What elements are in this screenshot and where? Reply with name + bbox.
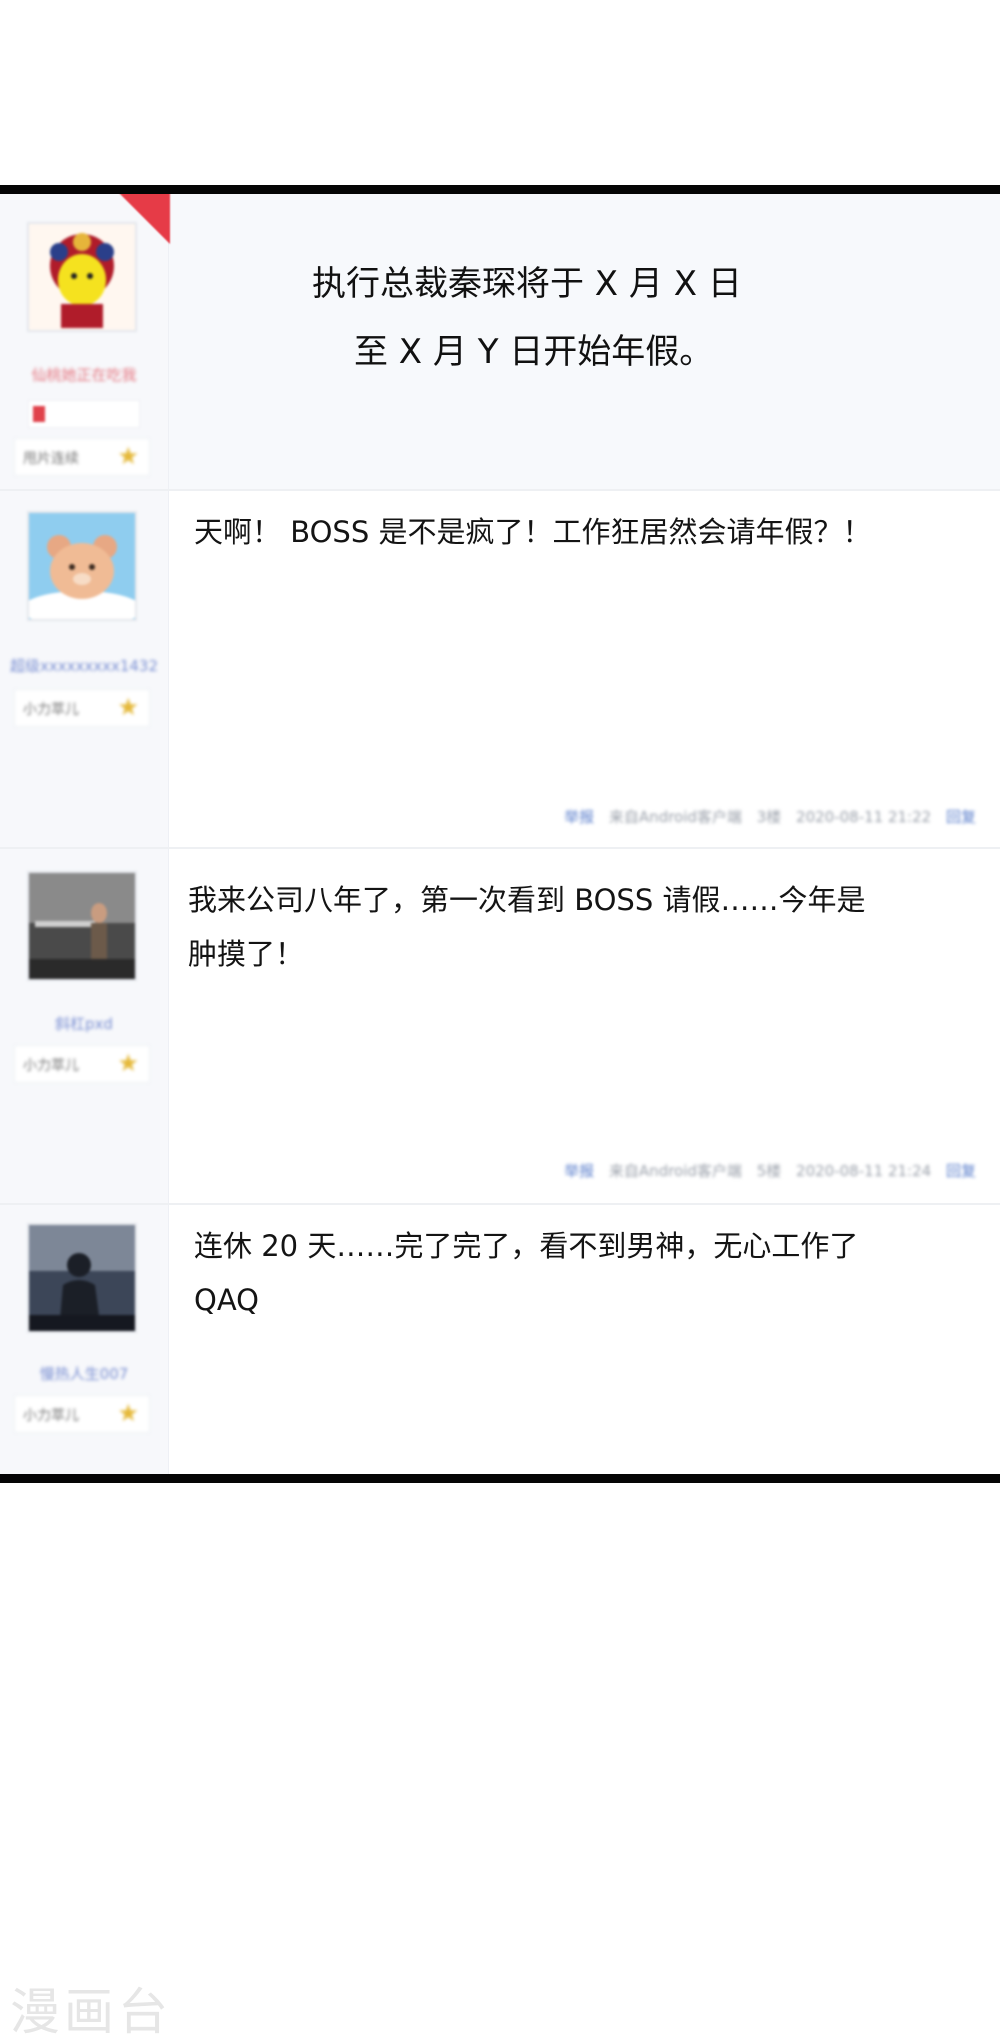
rank-label: 小力萃儿 [23,1408,79,1424]
report-link[interactable]: 举报 [564,808,594,826]
forum-post: 超级xxxxxxxxx1432 小力萃儿 ★ 天啊！ BOSS 是不是疯了！工作… [0,491,1000,849]
star-icon: ★ [117,693,139,721]
client-label: 来自Android客户端 [608,1162,742,1180]
user-sidebar: 慢热人生007 小力萃儿 ★ [0,1205,169,1474]
forum-post: 斜杠pxd 小力萃儿 ★ 我来公司八年了，第一次看到 BOSS 请假……今年是 … [0,849,1000,1205]
username[interactable]: 慢热人生007 [8,1363,160,1384]
rank-label: 甩片连续 [23,451,79,467]
post-content: 天啊！ BOSS 是不是疯了！工作狂居然会请年假？！ [194,505,980,559]
username[interactable]: 斜杠pxd [8,1013,160,1034]
forum-post: 仙桃她正在吃我 甩片连续 ★ 执行总裁秦琛将于 X 月 X 日 至 X 月 Y … [0,194,1000,491]
forum-post: 慢热人生007 小力萃儿 ★ 连休 20 天……完了完了，看不到男神，无心工作了… [0,1205,1000,1474]
post-time: 2020-08-11 21:22 [796,808,932,826]
post-time: 2020-08-11 21:24 [796,1162,932,1180]
post-footer: 举报 来自Android客户端 5楼 2020-08-11 21:24 回复 [554,1160,976,1181]
pinned-ribbon-icon [118,194,170,244]
avatar[interactable] [27,511,137,621]
avatar[interactable] [27,1223,137,1333]
content-line: 至 X 月 Y 日开始年假。 [354,332,714,372]
star-icon: ★ [117,1399,139,1427]
post-content: 连休 20 天……完了完了，看不到男神，无心工作了 QAQ [194,1219,980,1327]
content-line: 连休 20 天……完了完了，看不到男神，无心工作了 [194,1229,859,1263]
content-line: 天啊！ BOSS 是不是疯了！工作狂居然会请年假？！ [194,515,872,549]
star-icon: ★ [117,1049,139,1077]
floor-label: 5楼 [756,1162,782,1180]
rank-badge: 甩片连续 ★ [14,438,150,476]
user-sidebar: 斜杠pxd 小力萃儿 ★ [0,849,169,1203]
rank-badge: 小力萃儿 ★ [14,689,150,727]
avatar[interactable] [27,871,137,981]
rank-label: 小力萃儿 [23,702,79,718]
rank-badge: 小力萃儿 ★ [14,1045,150,1083]
content-line: 我来公司八年了，第一次看到 BOSS 请假……今年是 [188,883,866,917]
username[interactable]: 超级xxxxxxxxx1432 [8,655,160,676]
level-badge [28,400,140,428]
client-label: 来自Android客户端 [608,808,742,826]
post-footer: 举报 来自Android客户端 3楼 2020-08-11 21:22 回复 [554,806,976,827]
avatar-image [29,1225,135,1331]
floor-label: 3楼 [756,808,782,826]
star-icon: ★ [117,442,139,470]
watermark: 漫画台 [10,1983,172,2041]
post-content: 执行总裁秦琛将于 X 月 X 日 至 X 月 Y 日开始年假。 [200,250,970,386]
avatar-image [29,873,135,979]
post-content: 我来公司八年了，第一次看到 BOSS 请假……今年是 肿摸了！ [188,873,980,981]
reply-link[interactable]: 回复 [946,808,976,826]
rank-badge: 小力萃儿 ★ [14,1395,150,1433]
avatar-image [29,513,135,619]
report-link[interactable]: 举报 [564,1162,594,1180]
username[interactable]: 仙桃她正在吃我 [8,364,160,385]
rank-label: 小力萃儿 [23,1058,79,1074]
content-line: 肿摸了！ [188,937,305,971]
forum-thread-panel: 仙桃她正在吃我 甩片连续 ★ 执行总裁秦琛将于 X 月 X 日 至 X 月 Y … [0,185,1000,1483]
content-line: QAQ [194,1283,259,1317]
user-sidebar: 超级xxxxxxxxx1432 小力萃儿 ★ [0,491,169,847]
reply-link[interactable]: 回复 [946,1162,976,1180]
content-line: 执行总裁秦琛将于 X 月 X 日 [312,264,742,304]
